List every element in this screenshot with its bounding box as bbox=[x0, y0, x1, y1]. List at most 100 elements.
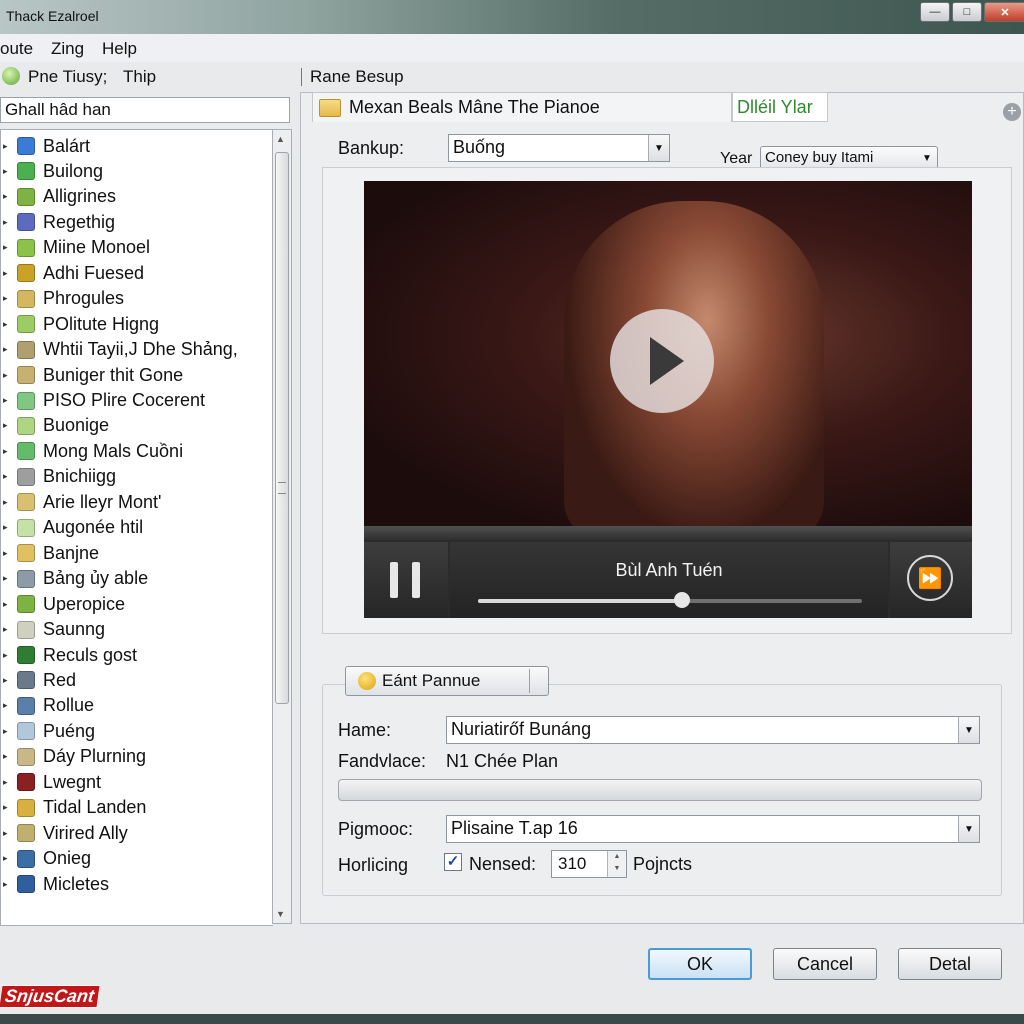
expand-arrow-icon[interactable]: ▸ bbox=[3, 802, 13, 813]
tree-item[interactable]: ▸ Miine Monoel bbox=[1, 236, 150, 260]
tree-item[interactable]: ▸ Dáy Plurning bbox=[1, 745, 146, 769]
backup-select[interactable]: Buống ▼ bbox=[448, 134, 670, 162]
tree-item[interactable]: ▸ Augonée htil bbox=[1, 516, 143, 540]
chevron-down-icon[interactable]: ▼ bbox=[648, 135, 669, 161]
name-select[interactable]: Nuriatirőf Bunáng ▼ bbox=[446, 716, 980, 744]
expand-arrow-icon[interactable]: ▸ bbox=[3, 700, 13, 711]
scroll-up-arrow-icon[interactable]: ▲ bbox=[276, 134, 285, 144]
globe-icon[interactable] bbox=[2, 67, 20, 85]
expand-arrow-icon[interactable]: ▸ bbox=[3, 522, 13, 533]
close-button[interactable]: ✕ bbox=[984, 2, 1024, 22]
expand-arrow-icon[interactable]: ▸ bbox=[3, 497, 13, 508]
tree-item[interactable]: ▸ Phrogules bbox=[1, 287, 124, 311]
tree-item[interactable]: ▸ Buniger thit Gone bbox=[1, 363, 183, 387]
chevron-down-icon[interactable]: ▼ bbox=[917, 147, 937, 169]
expand-arrow-icon[interactable]: ▸ bbox=[3, 879, 13, 890]
expand-arrow-icon[interactable]: ▸ bbox=[3, 726, 13, 737]
tree-item[interactable]: ▸ Saunng bbox=[1, 618, 105, 642]
tree-item[interactable]: ▸ Virired Ally bbox=[1, 821, 128, 845]
scroll-down-arrow-icon[interactable]: ▼ bbox=[276, 909, 285, 919]
expand-arrow-icon[interactable]: ▸ bbox=[3, 319, 13, 330]
title-bar[interactable]: Thack Ezalroel — □ ✕ bbox=[0, 0, 1024, 34]
tree-item[interactable]: ▸ Reculs gost bbox=[1, 643, 137, 667]
expand-arrow-icon[interactable]: ▸ bbox=[3, 344, 13, 355]
expand-arrow-icon[interactable]: ▸ bbox=[3, 141, 13, 152]
tree-item[interactable]: ▸ Builong bbox=[1, 159, 103, 183]
seek-handle[interactable] bbox=[673, 592, 690, 608]
tree-item[interactable]: ▸ Onieg bbox=[1, 847, 91, 871]
expand-arrow-icon[interactable]: ▸ bbox=[3, 293, 13, 304]
tree-item[interactable]: ▸ Micletes bbox=[1, 872, 109, 896]
expand-arrow-icon[interactable]: ▸ bbox=[3, 191, 13, 202]
nensed-checkbox[interactable]: ✓ bbox=[444, 853, 462, 871]
tree-item[interactable]: ▸ Balárt bbox=[1, 134, 90, 158]
tree-item[interactable]: ▸ POlitute Higng bbox=[1, 312, 159, 336]
toolbar-item-3[interactable]: Rane Besup bbox=[310, 67, 404, 87]
expand-arrow-icon[interactable]: ▸ bbox=[3, 548, 13, 559]
points-stepper[interactable]: 310 ▲ ▼ bbox=[551, 850, 627, 878]
expand-arrow-icon[interactable]: ▸ bbox=[3, 446, 13, 457]
tree-item[interactable]: ▸ Adhi Fuesed bbox=[1, 261, 144, 285]
expand-arrow-icon[interactable]: ▸ bbox=[3, 166, 13, 177]
video-player[interactable] bbox=[364, 181, 972, 526]
tree-item[interactable]: ▸ PISO Plire Cocerent bbox=[1, 389, 205, 413]
expand-arrow-icon[interactable]: ▸ bbox=[3, 828, 13, 839]
expand-arrow-icon[interactable]: ▸ bbox=[3, 242, 13, 253]
scrollbar-thumb[interactable] bbox=[275, 152, 289, 704]
toolbar-item-2[interactable]: Thip bbox=[123, 67, 156, 87]
sidebar-search-input[interactable]: Ghall hâd han bbox=[0, 97, 290, 123]
expand-arrow-icon[interactable]: ▸ bbox=[3, 268, 13, 279]
expand-arrow-icon[interactable]: ▸ bbox=[3, 853, 13, 864]
tree-item[interactable]: ▸ Mong Mals Cuồni bbox=[1, 439, 183, 463]
minimize-button[interactable]: — bbox=[920, 2, 950, 22]
expand-arrow-icon[interactable]: ▸ bbox=[3, 420, 13, 431]
tree-item[interactable]: ▸ Whtii Tayii,J Dhe Shảng, bbox=[1, 338, 238, 362]
chevron-down-icon[interactable]: ▼ bbox=[958, 717, 979, 743]
tree-item[interactable]: ▸ Arie lleyr Mont' bbox=[1, 490, 161, 514]
smiley-icon bbox=[358, 672, 376, 690]
chevron-down-icon[interactable]: ▼ bbox=[958, 816, 979, 842]
expand-arrow-icon[interactable]: ▸ bbox=[3, 599, 13, 610]
expand-arrow-icon[interactable]: ▸ bbox=[3, 370, 13, 381]
tree-item[interactable]: ▸ Bnichiigg bbox=[1, 465, 116, 489]
expand-arrow-icon[interactable]: ▸ bbox=[3, 624, 13, 635]
expand-arrow-icon[interactable]: ▸ bbox=[3, 675, 13, 686]
sidebar-scrollbar[interactable]: ▲ ▼ bbox=[272, 129, 292, 924]
stepper-arrows-icon[interactable]: ▲ ▼ bbox=[607, 851, 626, 877]
expand-arrow-icon[interactable]: ▸ bbox=[3, 395, 13, 406]
tab-main[interactable]: Mexan Beals Mâne The Pianoe bbox=[312, 92, 732, 122]
menu-item-zing[interactable]: Zing bbox=[51, 39, 84, 59]
tree-item[interactable]: ▸ Bảng ủy able bbox=[1, 567, 148, 591]
tree-item[interactable]: ▸ Uperopice bbox=[1, 592, 125, 616]
tab-detail-year[interactable]: Dlléil Ylar bbox=[732, 92, 828, 122]
expand-arrow-icon[interactable]: ▸ bbox=[3, 471, 13, 482]
detail-button[interactable]: Detal bbox=[898, 948, 1002, 980]
edit-panel-button[interactable]: Eánt Pannue bbox=[345, 666, 549, 696]
cancel-button[interactable]: Cancel bbox=[773, 948, 877, 980]
fast-forward-button[interactable]: ⏩ bbox=[890, 542, 972, 618]
expand-arrow-icon[interactable]: ▸ bbox=[3, 777, 13, 788]
expand-arrow-icon[interactable]: ▸ bbox=[3, 217, 13, 228]
toolbar-item-1[interactable]: Pne Tiusy; bbox=[28, 67, 107, 87]
play-icon[interactable] bbox=[610, 309, 714, 413]
tree-item[interactable]: ▸ Regethig bbox=[1, 210, 115, 234]
tree-item[interactable]: ▸ Tidal Landen bbox=[1, 796, 146, 820]
tree-item[interactable]: ▸ Alligrines bbox=[1, 185, 116, 209]
expand-arrow-icon[interactable]: ▸ bbox=[3, 573, 13, 584]
add-tab-icon[interactable]: + bbox=[1003, 103, 1021, 121]
tree-item[interactable]: ▸ Banjne bbox=[1, 541, 99, 565]
tree-item[interactable]: ▸ Lwegnt bbox=[1, 770, 101, 794]
pigmooc-select[interactable]: Plisaine T.ap 16 ▼ bbox=[446, 815, 980, 843]
maximize-button[interactable]: □ bbox=[952, 2, 982, 22]
seek-bar[interactable] bbox=[478, 592, 862, 608]
tree-item[interactable]: ▸ Puéng bbox=[1, 719, 95, 743]
ok-button[interactable]: OK bbox=[648, 948, 752, 980]
expand-arrow-icon[interactable]: ▸ bbox=[3, 751, 13, 762]
pause-button[interactable] bbox=[364, 542, 448, 618]
tree-item[interactable]: ▸ Rollue bbox=[1, 694, 94, 718]
tree-item[interactable]: ▸ Buonige bbox=[1, 414, 109, 438]
expand-arrow-icon[interactable]: ▸ bbox=[3, 650, 13, 661]
menu-item-help[interactable]: Help bbox=[102, 39, 137, 59]
menu-item-route[interactable]: oute bbox=[0, 39, 33, 59]
tree-item[interactable]: ▸ Red bbox=[1, 668, 76, 692]
